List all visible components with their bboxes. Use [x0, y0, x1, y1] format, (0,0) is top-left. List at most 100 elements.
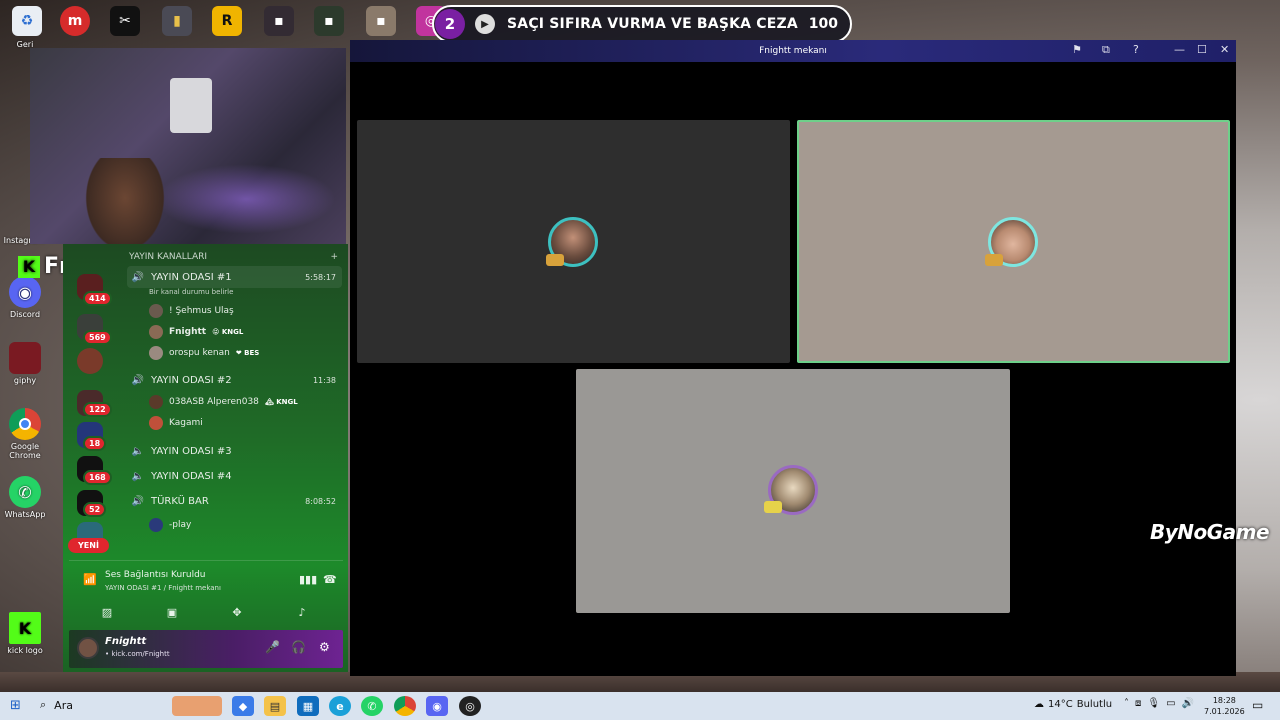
weather-widget[interactable]: ☁ 14°C Bulutlu	[1034, 699, 1112, 710]
search-highlight-icon[interactable]	[172, 696, 222, 716]
avatar	[149, 394, 163, 409]
microphone-icon[interactable]: 🎤	[265, 640, 280, 654]
voice-connection-panel: 📶 Ses Bağlantısı Kuruldu YAYIN ODASI #1 …	[69, 560, 343, 628]
thumbnail-icon[interactable]: ▪	[264, 6, 294, 36]
activities-button[interactable]: ✥	[209, 601, 265, 623]
video-tile[interactable]	[576, 369, 1010, 613]
voice-channel[interactable]: 🔊 YAYIN ODASI #1 5:58:17	[127, 266, 342, 288]
whatsapp-icon[interactable]: ✆	[361, 696, 383, 716]
whatsapp-icon: ✆	[9, 476, 41, 508]
voice-member[interactable]: Fnightt 😝 KNGL	[127, 321, 342, 342]
noise-suppression-icon[interactable]: ▮▮▮	[299, 573, 317, 586]
channel-name: YAYIN ODASI #3	[151, 446, 232, 457]
voice-channel-icon: 🔊	[131, 496, 145, 507]
webcam-light	[156, 164, 336, 234]
app-m-icon[interactable]: m	[60, 6, 90, 36]
voice-channel[interactable]: 🔈 YAYIN ODASI #3	[127, 439, 342, 464]
minimize-icon[interactable]: —	[1174, 43, 1185, 56]
chrome-icon[interactable]	[394, 696, 416, 716]
voice-member[interactable]: orospu kenan ❤ BES	[127, 342, 342, 363]
clock-time: 18:28	[1212, 696, 1236, 705]
voice-location[interactable]: YAYIN ODASI #1 / Fnightt mekanı	[105, 584, 221, 592]
help-icon[interactable]: ?	[1133, 43, 1139, 56]
windows-start-icon[interactable]: ⊞	[10, 698, 24, 713]
microphone-icon[interactable]: 🎙	[1147, 698, 1160, 709]
search-box[interactable]: ⌕ Ara	[40, 698, 73, 712]
avatar-decoration-icon	[546, 254, 564, 266]
server-icon[interactable]	[77, 348, 103, 374]
new-badge[interactable]: YENİ	[68, 538, 109, 553]
thumbnail-icon[interactable]: ▪	[314, 6, 344, 36]
clock[interactable]: 18:28 7.01.2026	[1204, 695, 1245, 717]
file-explorer-icon[interactable]: ▤	[264, 696, 286, 716]
voice-channel[interactable]: 🔊 YAYIN ODASI #2 11:38	[127, 369, 342, 391]
popout-icon[interactable]: ⧉	[1102, 43, 1110, 57]
queue-position: 2	[435, 9, 465, 39]
video-tile-speaking[interactable]	[797, 120, 1230, 363]
battery-icon[interactable]: ▭	[1166, 698, 1175, 709]
weather-temp: 14°C	[1048, 699, 1073, 710]
voice-member[interactable]: 038ASB Alperen038 🏔 KNGL	[127, 391, 342, 412]
voice-channel[interactable]: 🔈 YAYIN ODASI #4	[127, 464, 342, 489]
signal-icon[interactable]: 📶	[83, 573, 97, 586]
channel-timer: 8:08:52	[305, 497, 336, 506]
voice-member[interactable]: ! Şehmus Ulaş	[127, 300, 342, 321]
screen-share-button[interactable]: ▣	[144, 601, 200, 623]
disconnect-icon[interactable]: ☎	[323, 573, 337, 586]
edge-icon[interactable]: e	[329, 696, 351, 716]
notification-icon[interactable]: ▭	[1252, 698, 1263, 712]
capcut-icon[interactable]: ✂	[110, 6, 140, 36]
member-name: Kagami	[169, 417, 203, 428]
member-name: Fnightt	[169, 326, 207, 337]
headphones-icon[interactable]: 🎧	[291, 640, 306, 654]
member-tag: ❤ BES	[235, 348, 260, 357]
video-tile[interactable]	[357, 120, 790, 363]
desktop-icon-whatsapp[interactable]: ✆ WhatsApp	[1, 476, 49, 519]
voice-member[interactable]: -play	[127, 514, 342, 535]
gear-icon[interactable]: ⚙	[319, 640, 330, 654]
store-icon[interactable]: ▦	[297, 696, 319, 716]
voice-status[interactable]: Ses Bağlantısı Kuruldu	[105, 570, 205, 580]
maximize-icon[interactable]: ☐	[1197, 43, 1207, 56]
server-badge: 414	[83, 291, 112, 306]
desktop-icon-label: WhatsApp	[4, 510, 46, 519]
search-icon: ⌕	[40, 698, 47, 711]
bynogame-logo: ByNoGame	[1150, 520, 1270, 544]
weather-text: Bulutlu	[1076, 699, 1113, 710]
voice-channel[interactable]: 🔊 TÜRKÜ BAR 8:08:52	[127, 489, 342, 514]
chevron-up-icon[interactable]: ˄	[1124, 698, 1129, 709]
thumbnail-icon[interactable]: ▪	[366, 6, 396, 36]
close-icon[interactable]: ✕	[1220, 43, 1229, 56]
avatar-decoration-icon	[764, 501, 782, 513]
add-channel-icon[interactable]: +	[330, 252, 338, 262]
flag-icon[interactable]: ⚑	[1072, 43, 1082, 56]
speaker-icon[interactable]: 🔊	[1182, 698, 1194, 709]
game-icon[interactable]: ▮	[162, 6, 192, 36]
network-icon[interactable]: ⧈	[1135, 698, 1141, 709]
voice-member[interactable]: Kagami	[127, 412, 342, 433]
avatar[interactable]	[77, 637, 99, 659]
rockstar-icon[interactable]: R	[212, 6, 242, 36]
obs-icon[interactable]: ◎	[459, 696, 481, 716]
copilot-icon[interactable]: ◆	[232, 696, 254, 716]
category-header[interactable]: YAYIN KANALLARI +	[127, 250, 342, 266]
soundboard-button[interactable]: ♪	[274, 601, 330, 623]
avatar	[149, 324, 163, 339]
channel-name: YAYIN ODASI #2	[151, 374, 232, 386]
category-label: YAYIN KANALLARI	[129, 252, 208, 262]
channel-name: YAYIN ODASI #4	[151, 471, 232, 482]
camera-off-button[interactable]: ▨	[79, 601, 135, 623]
desktop-icon-label: giphy	[13, 376, 37, 385]
webcam-background-shirt	[170, 78, 212, 133]
giphy-icon	[9, 342, 41, 374]
desktop-icon-discord[interactable]: ◉ Discord	[1, 276, 49, 319]
discord-icon[interactable]: ◉	[426, 696, 448, 716]
desktop-icon-chrome[interactable]: Google Chrome	[1, 408, 49, 460]
voice-channel-icon: 🔊	[131, 374, 145, 386]
desktop-icon-recycle[interactable]: Geri	[1, 8, 49, 49]
desktop-icon-giphy[interactable]: giphy	[1, 342, 49, 385]
desktop-icon-label: Discord	[9, 310, 41, 319]
desktop-icon-kick[interactable]: K kick logo	[1, 612, 49, 655]
channel-status[interactable]: Bir kanal durumu belirle	[127, 288, 342, 300]
user-name[interactable]: Fnightt	[105, 636, 146, 647]
